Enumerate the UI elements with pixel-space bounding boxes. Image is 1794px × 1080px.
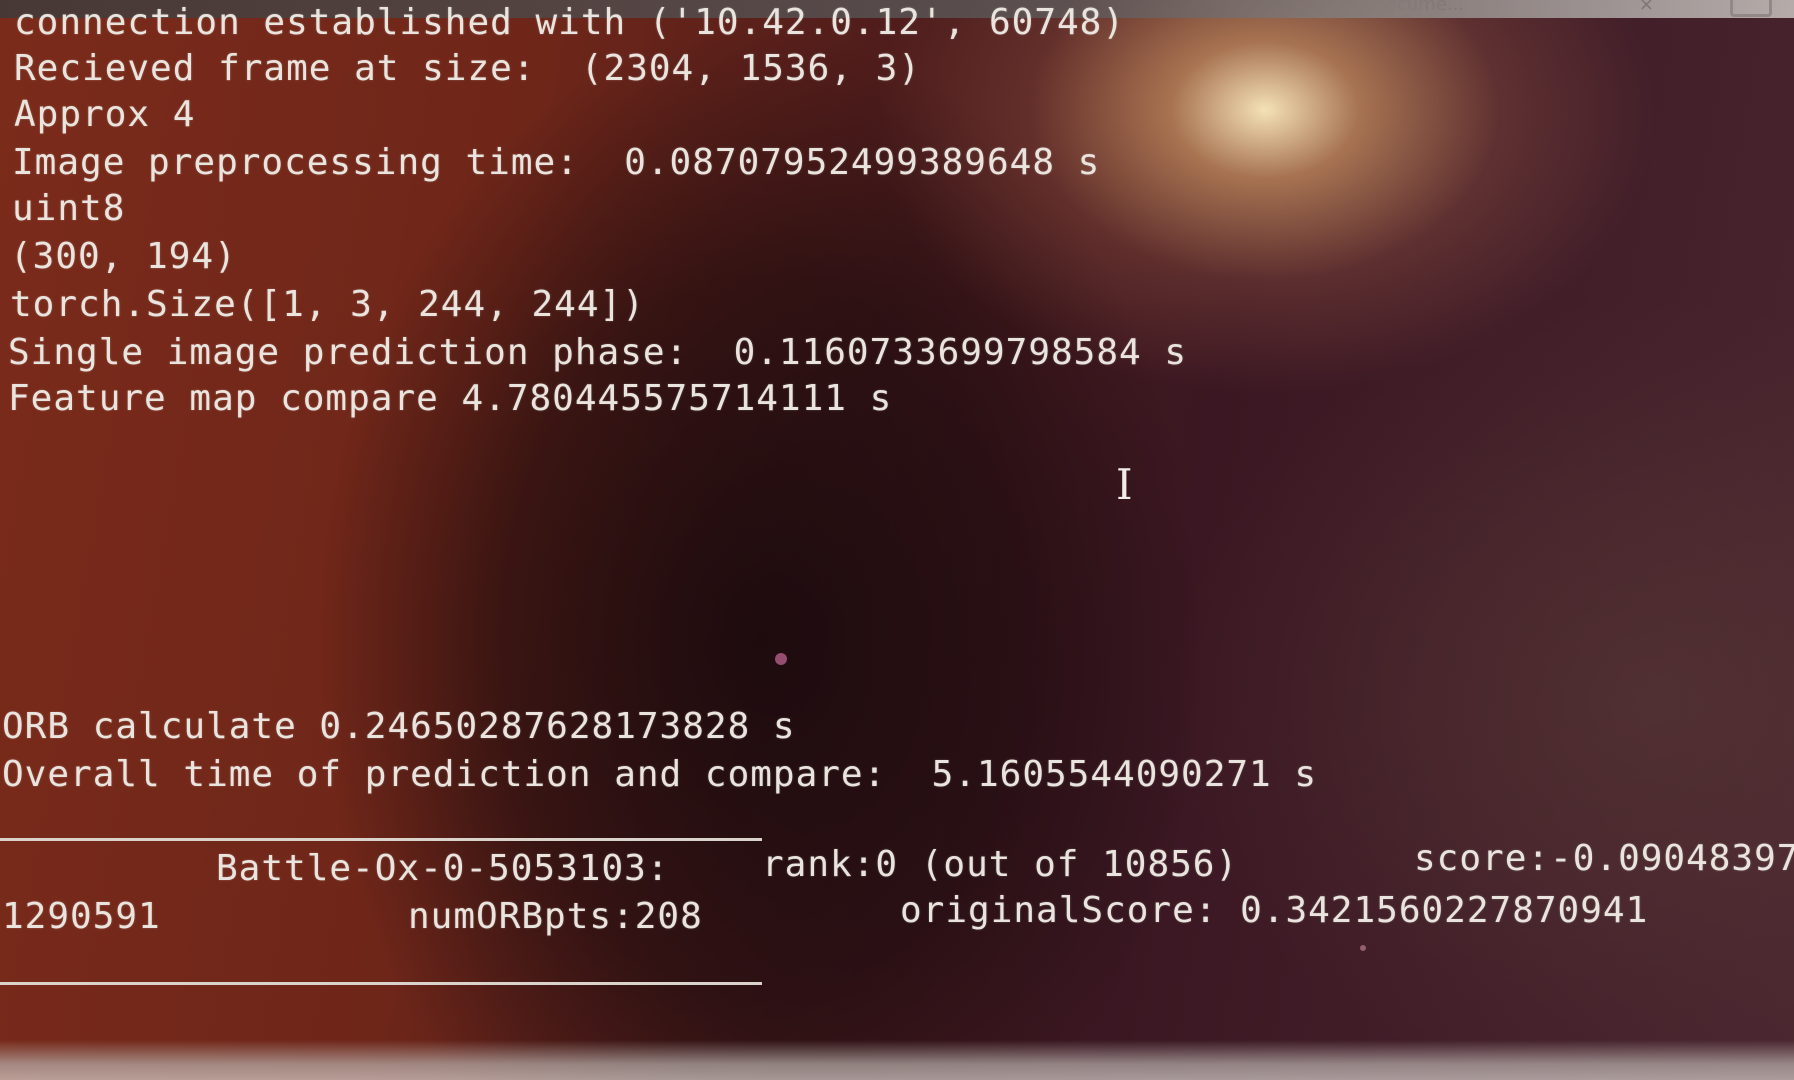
result-num-orb: numORBpts:208 (408, 896, 703, 937)
output-line-approx: Approx 4 (14, 94, 196, 135)
result-separator-top (0, 838, 762, 841)
result-score-continued: 1290591 (2, 896, 161, 937)
output-line-connection: connection established with ('10.42.0.12… (14, 2, 1126, 43)
output-line-prediction-phase: Single image prediction phase: 0.1160733… (8, 332, 1188, 373)
close-icon[interactable]: × (1639, 0, 1654, 15)
result-original-score: originalScore: 0.3421560227870941 (900, 890, 1649, 931)
output-line-torch-size: torch.Size([1, 3, 244, 244]) (10, 284, 645, 325)
output-line-orb: ORB calculate 0.24650287628173828 s (2, 706, 796, 747)
output-line-dtype: uint8 (12, 188, 126, 229)
text-cursor-icon: I (1116, 460, 1133, 509)
result-name: Battle-Ox-0-5053103: (216, 848, 670, 889)
result-separator-bottom (0, 982, 762, 985)
output-line-feature-map: Feature map compare 4.780445575714111 s (8, 378, 893, 419)
window-title: /Docume... (1365, 0, 1464, 15)
terminal-screen: /Docume... × connection established with… (0, 0, 1794, 1080)
output-line-overall-time: Overall time of prediction and compare: … (2, 754, 1318, 795)
app-icon[interactable] (1730, 0, 1772, 17)
screen-bezel-edge (0, 1040, 1794, 1080)
screen-dust-speck (1360, 945, 1366, 951)
result-rank: rank:0 (out of 10856) (762, 844, 1239, 885)
output-line-frame-size: Recieved frame at size: (2304, 1536, 3) (14, 48, 921, 89)
output-line-preprocessing: Image preprocessing time: 0.087079524993… (12, 142, 1101, 183)
screen-glare-speck (775, 653, 787, 665)
result-score: score:-0.090483977 (1414, 838, 1794, 879)
output-line-shape: (300, 194) (10, 236, 237, 277)
